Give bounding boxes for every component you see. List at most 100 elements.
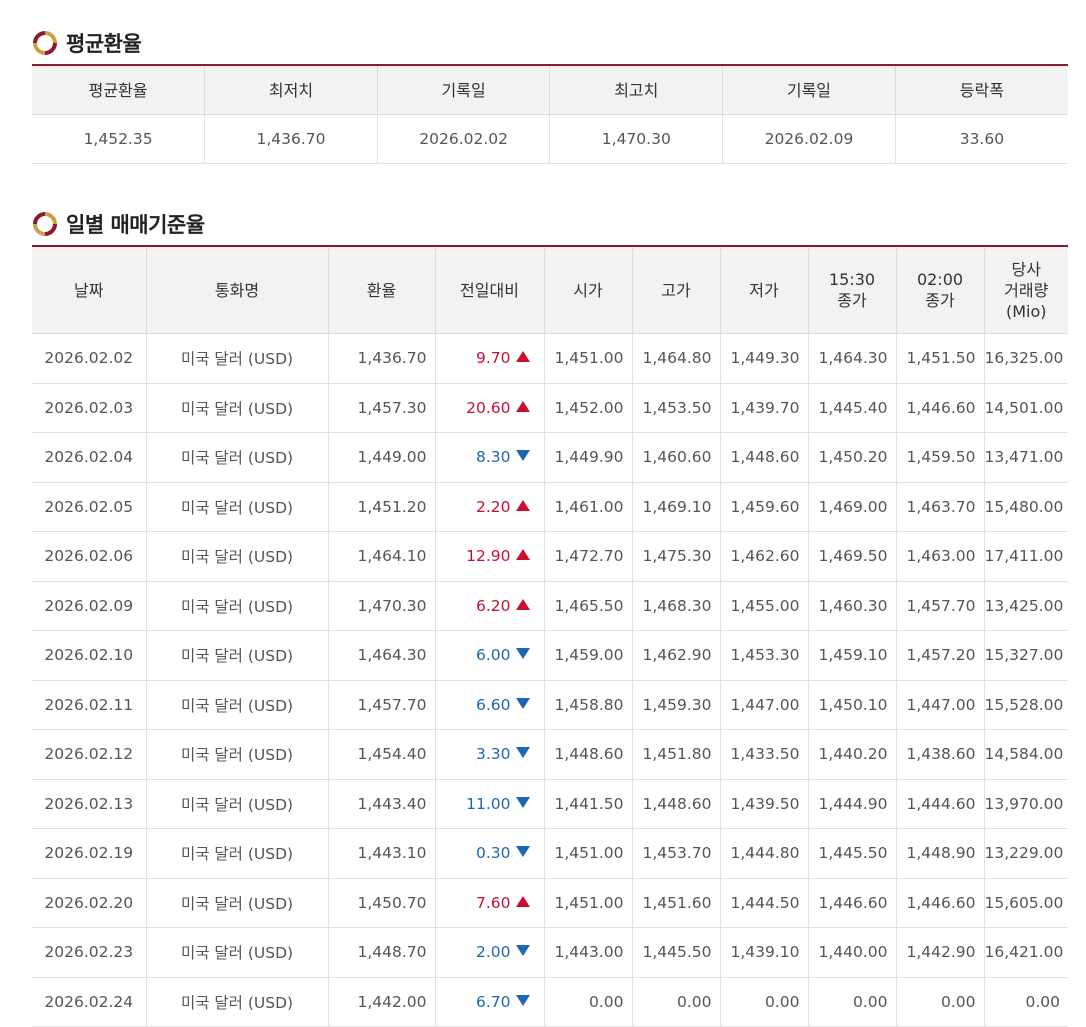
high-cell: 1,445.50 — [631, 927, 721, 978]
change-value: 2.00 — [475, 943, 511, 962]
rate-cell: 1,470.30 — [327, 580, 436, 631]
table-row: 2026.02.13 미국 달러 (USD) 1,443.40 11.00 1,441.… — [32, 778, 1068, 829]
table-row: 2026.02.12 미국 달러 (USD) 1,454.40 3.30 1,448.6… — [32, 729, 1068, 780]
currency-cell: 미국 달러 (USD) — [145, 333, 329, 384]
header-currency: 통화명 — [145, 245, 329, 334]
close-1530-cell: 1,446.60 — [807, 877, 897, 928]
avg-value-cell: 1,470.30 — [549, 114, 724, 164]
rate-cell: 1,443.40 — [327, 778, 436, 829]
open-cell: 1,448.60 — [543, 729, 633, 780]
rate-cell: 1,457.70 — [327, 679, 436, 730]
triangle-up-icon — [515, 549, 530, 561]
avg-value-cell: 1,452.35 — [32, 114, 206, 164]
daily-section-title: 일별 매매기준율 — [32, 209, 205, 239]
close-1530-cell: 1,445.50 — [807, 828, 897, 879]
change-cell: 9.70 — [434, 333, 545, 384]
average-rate-table: 평균환율 최저치 기록일 최고치 기록일 등락폭 1,452.35 1,436.… — [32, 64, 1068, 164]
low-cell: 0.00 — [719, 976, 809, 1027]
avg-value-cell: 33.60 — [894, 114, 1068, 164]
table-row: 2026.02.19 미국 달러 (USD) 1,443.10 0.30 1,451.0… — [32, 828, 1068, 879]
change-cell: 0.30 — [434, 828, 545, 879]
change-value: 0.30 — [475, 844, 511, 863]
volume-cell: 13,970.00 — [983, 778, 1068, 829]
open-cell: 1,472.70 — [543, 531, 633, 582]
triangle-down-icon — [515, 994, 530, 1006]
header-rate: 환율 — [327, 245, 436, 334]
currency-cell: 미국 달러 (USD) — [145, 630, 329, 681]
date-cell: 2026.02.03 — [32, 382, 147, 433]
header-low: 저가 — [719, 245, 809, 334]
change-cell: 8.30 — [434, 432, 545, 483]
triangle-down-icon — [515, 648, 530, 660]
high-cell: 1,468.30 — [631, 580, 721, 631]
table-row: 2026.02.20 미국 달러 (USD) 1,450.70 7.60 1,451.0… — [32, 877, 1068, 928]
avg-value-cell: 2026.02.02 — [376, 114, 551, 164]
close-1530-cell: 1,469.00 — [807, 481, 897, 532]
close-1530-cell: 1,464.30 — [807, 333, 897, 384]
change-value: 2.20 — [475, 497, 511, 516]
triangle-up-icon — [515, 499, 530, 511]
date-cell: 2026.02.19 — [32, 828, 147, 879]
low-cell: 1,455.00 — [719, 580, 809, 631]
currency-cell: 미국 달러 (USD) — [145, 481, 329, 532]
volume-cell: 16,421.00 — [983, 927, 1068, 978]
table-row: 2026.02.24 미국 달러 (USD) 1,442.00 6.70 0.00 0.0… — [32, 976, 1068, 1027]
low-cell: 1,439.50 — [719, 778, 809, 829]
avg-header-cell: 기록일 — [722, 64, 896, 115]
avg-value-cell: 2026.02.09 — [722, 114, 896, 164]
avg-header-cell: 기록일 — [376, 64, 551, 115]
low-cell: 1,433.50 — [719, 729, 809, 780]
change-value: 6.60 — [475, 695, 511, 714]
volume-cell: 14,584.00 — [983, 729, 1068, 780]
currency-cell: 미국 달러 (USD) — [145, 531, 329, 582]
low-cell: 1,449.30 — [719, 333, 809, 384]
date-cell: 2026.02.24 — [32, 976, 147, 1027]
change-cell: 6.60 — [434, 679, 545, 730]
table-row: 2026.02.05 미국 달러 (USD) 1,451.20 2.20 1,461.0… — [32, 481, 1068, 532]
rate-cell: 1,454.40 — [327, 729, 436, 780]
low-cell: 1,444.50 — [719, 877, 809, 928]
header-close-0200-line2: 종가 — [925, 291, 955, 310]
low-cell: 1,459.60 — [719, 481, 809, 532]
avg-header-cell: 평균환율 — [32, 64, 206, 115]
change-cell: 2.20 — [434, 481, 545, 532]
change-cell: 2.00 — [434, 927, 545, 978]
change-value: 6.00 — [475, 646, 511, 665]
high-cell: 0.00 — [631, 976, 721, 1027]
volume-cell: 13,229.00 — [983, 828, 1068, 879]
high-cell: 1,475.30 — [631, 531, 721, 582]
currency-cell: 미국 달러 (USD) — [145, 877, 329, 928]
high-cell: 1,469.10 — [631, 481, 721, 532]
open-cell: 0.00 — [543, 976, 633, 1027]
header-close-1530-line1: 15:30 — [828, 270, 876, 289]
header-change: 전일대비 — [434, 245, 545, 334]
currency-cell: 미국 달러 (USD) — [145, 729, 329, 780]
avg-value-cell: 1,436.70 — [204, 114, 378, 164]
close-1530-cell: 1,460.30 — [807, 580, 897, 631]
table-row: 2026.02.10 미국 달러 (USD) 1,464.30 6.00 1,459.0… — [32, 630, 1068, 681]
currency-cell: 미국 달러 (USD) — [145, 778, 329, 829]
date-cell: 2026.02.20 — [32, 877, 147, 928]
date-cell: 2026.02.09 — [32, 580, 147, 631]
change-cell: 6.00 — [434, 630, 545, 681]
triangle-up-icon — [515, 351, 530, 363]
table-row: 2026.02.03 미국 달러 (USD) 1,457.30 20.60 1,452.… — [32, 382, 1068, 433]
change-cell: 11.00 — [434, 778, 545, 829]
change-cell: 20.60 — [434, 382, 545, 433]
rate-cell: 1,442.00 — [327, 976, 436, 1027]
close-0200-cell: 1,451.50 — [895, 333, 985, 384]
header-volume-line1: 당사 — [1011, 259, 1041, 279]
low-cell: 1,453.30 — [719, 630, 809, 681]
high-cell: 1,451.80 — [631, 729, 721, 780]
close-0200-cell: 1,457.70 — [895, 580, 985, 631]
currency-cell: 미국 달러 (USD) — [145, 828, 329, 879]
close-0200-cell: 1,457.20 — [895, 630, 985, 681]
open-cell: 1,459.00 — [543, 630, 633, 681]
header-close-1530: 15:30 종가 — [807, 245, 897, 334]
triangle-up-icon — [515, 895, 530, 907]
rate-cell: 1,464.30 — [327, 630, 436, 681]
open-cell: 1,461.00 — [543, 481, 633, 532]
table-row: 2026.02.06 미국 달러 (USD) 1,464.10 12.90 1,472.… — [32, 531, 1068, 582]
volume-cell: 16,325.00 — [983, 333, 1068, 384]
table-row: 2026.02.09 미국 달러 (USD) 1,470.30 6.20 1,465.5… — [32, 580, 1068, 631]
